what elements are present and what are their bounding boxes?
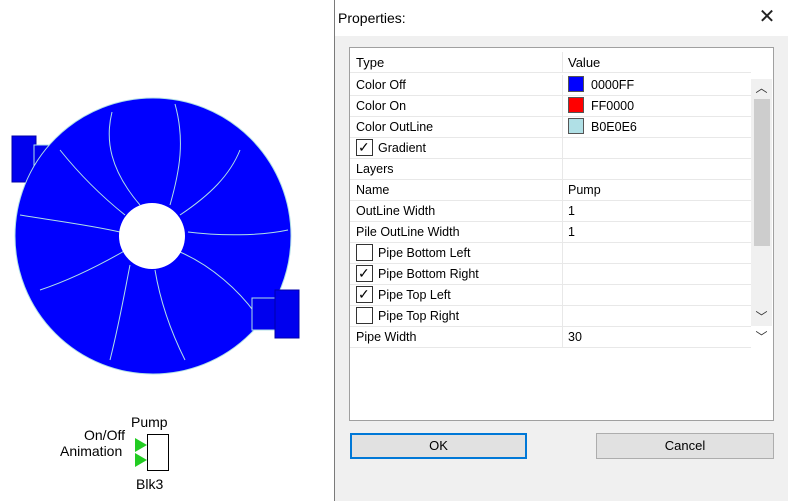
value-text: FF0000: [591, 99, 635, 113]
row-label: Layers: [350, 159, 563, 180]
row-pipe-top-right[interactable]: Pipe Top Right: [350, 306, 773, 327]
row-color-on[interactable]: Color On FF0000: [350, 96, 773, 117]
row-label: Pile OutLine Width: [350, 222, 563, 243]
chevron-down-icon[interactable]: ﹀: [751, 308, 772, 326]
pipe-bottom-left-checkbox[interactable]: [356, 243, 373, 261]
property-grid: Type Value Color Off 0000FF Color On FF0…: [349, 47, 774, 421]
row-label: ✓ Pipe Bottom Right: [350, 264, 563, 285]
row-label: ✓ Gradient: [350, 138, 563, 159]
check-icon: ✓: [358, 138, 370, 155]
pipe-top-left-checkbox[interactable]: ✓: [356, 285, 373, 303]
row-value: [563, 285, 751, 306]
row-name[interactable]: Name Pump: [350, 180, 773, 201]
value-text: B0E0E6: [591, 120, 637, 134]
row-value: [563, 243, 751, 264]
row-color-outline[interactable]: Color OutLine B0E0E6: [350, 117, 773, 138]
row-pipe-bottom-left[interactable]: Pipe Bottom Left: [350, 243, 773, 264]
row-label: Color On: [350, 96, 563, 117]
row-label: OutLine Width: [350, 201, 563, 222]
block-input-label-animation: Animation: [60, 443, 123, 459]
pipe-bottom-right: [274, 289, 300, 339]
chevron-up-icon[interactable]: ︿: [751, 79, 772, 97]
block-name: Blk3: [136, 476, 164, 492]
scrollbar-thumb[interactable]: [754, 99, 770, 246]
value-text: 0000FF: [591, 78, 635, 92]
pump-hub: [119, 203, 185, 269]
row-value: [563, 264, 751, 285]
pipe-width-dropdown-icon[interactable]: ﹀: [751, 327, 772, 347]
color-swatch: [568, 97, 584, 114]
row-label: Color OutLine: [350, 117, 563, 138]
row-pipe-top-left[interactable]: ✓ Pipe Top Left: [350, 285, 773, 306]
row-color-off[interactable]: Color Off 0000FF: [350, 75, 773, 96]
close-icon[interactable]: ✕: [756, 6, 778, 28]
pipe-top-right-checkbox[interactable]: [356, 306, 373, 324]
row-value[interactable]: 0000FF: [563, 75, 751, 96]
input-port-animation[interactable]: [135, 453, 147, 467]
row-label: Pipe Top Right: [350, 306, 563, 327]
row-label: Pipe Width: [350, 327, 563, 348]
row-label: ✓ Pipe Top Left: [350, 285, 563, 306]
color-swatch: [568, 76, 584, 93]
block-input-label-onoff: On/Off: [84, 427, 125, 443]
row-value[interactable]: Pump: [563, 180, 751, 201]
checkbox-label: Pipe Top Right: [378, 309, 460, 323]
row-value[interactable]: 1: [563, 201, 751, 222]
row-value[interactable]: B0E0E6: [563, 117, 751, 138]
column-header-type: Type: [350, 52, 563, 73]
row-pipe-bottom-right[interactable]: ✓ Pipe Bottom Right: [350, 264, 773, 285]
dialog-title: Properties:: [338, 10, 406, 26]
row-gradient[interactable]: ✓ Gradient: [350, 138, 773, 159]
checkbox-label: Pipe Top Left: [378, 288, 451, 302]
row-layers[interactable]: Layers: [350, 159, 773, 180]
row-pipe-width[interactable]: Pipe Width 30: [350, 327, 773, 348]
row-value[interactable]: [563, 159, 751, 180]
row-value: [563, 306, 751, 327]
row-label: Pipe Bottom Left: [350, 243, 563, 264]
row-value: [563, 138, 751, 159]
grid-scrollbar[interactable]: ︿ ﹀: [751, 79, 772, 326]
input-port-onoff[interactable]: [135, 438, 147, 452]
row-label: Name: [350, 180, 563, 201]
gradient-checkbox[interactable]: ✓: [356, 138, 373, 156]
cancel-button[interactable]: Cancel: [596, 433, 774, 459]
checkbox-label: Pipe Bottom Left: [378, 246, 471, 260]
checkbox-label: Pipe Bottom Right: [378, 267, 479, 281]
pipe-bottom-right-checkbox[interactable]: ✓: [356, 264, 373, 282]
properties-dialog: Properties: ✕ Type Value Color Off 0000F…: [334, 0, 788, 501]
checkbox-label: Gradient: [378, 141, 426, 155]
row-value[interactable]: 30: [563, 327, 751, 348]
block-title: Pump: [131, 414, 168, 430]
dialog-titlebar: Properties: ✕: [335, 0, 788, 36]
ok-button[interactable]: OK: [350, 433, 527, 459]
row-pile-outline-width[interactable]: Pile OutLine Width 1: [350, 222, 773, 243]
grid-header: Type Value: [350, 52, 773, 73]
check-icon: ✓: [358, 285, 370, 302]
pump-block[interactable]: [147, 434, 169, 471]
color-swatch: [568, 118, 584, 135]
row-label: Color Off: [350, 75, 563, 96]
column-header-value: Value: [563, 52, 751, 73]
row-value[interactable]: 1: [563, 222, 751, 243]
row-outline-width[interactable]: OutLine Width 1: [350, 201, 773, 222]
diagram-canvas[interactable]: Pump On/Off Animation Blk3: [0, 0, 335, 501]
check-icon: ✓: [358, 264, 370, 281]
row-value[interactable]: FF0000: [563, 96, 751, 117]
